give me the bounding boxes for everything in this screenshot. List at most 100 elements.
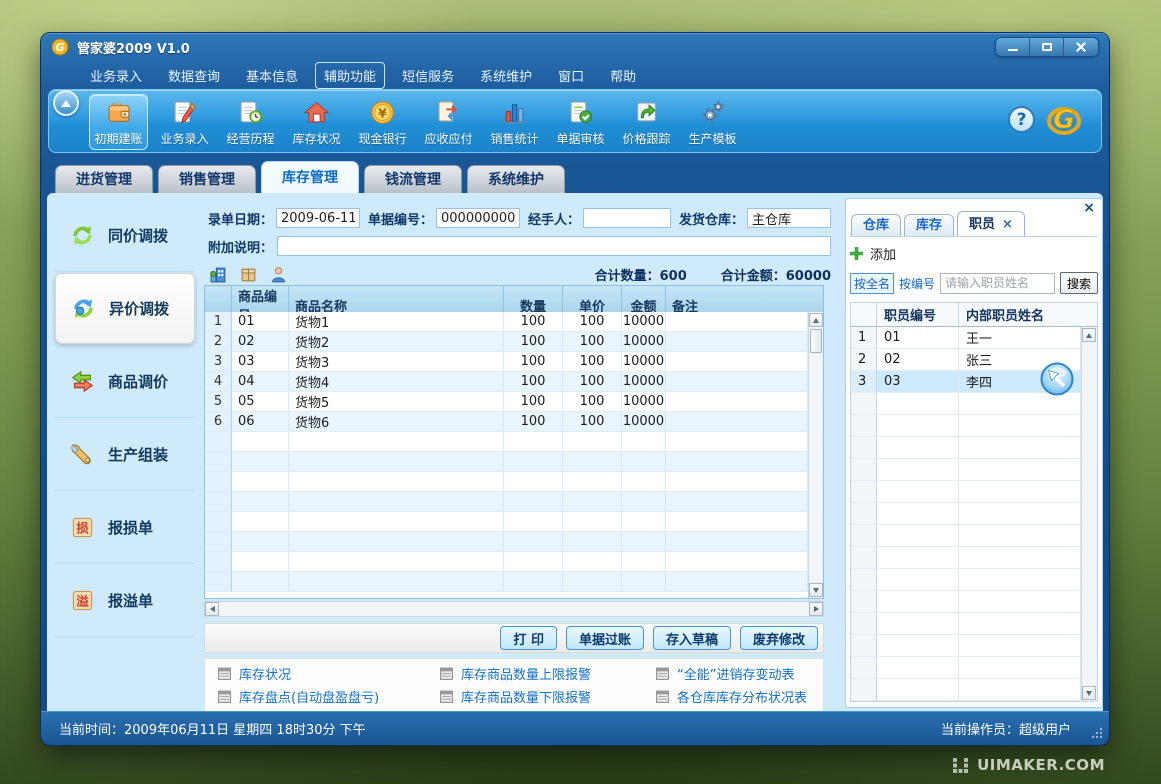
scroll-right-button[interactable] [809, 602, 823, 616]
table-row[interactable]: 505货物5 10010010000 [205, 392, 808, 412]
menu-item-system-maintenance[interactable]: 系统维护 [471, 62, 541, 89]
link-omnipotent-flow-report[interactable]: “全能”进销存变动表 [655, 662, 823, 685]
date-label: 录单日期： [208, 209, 273, 228]
scrollbar-thumb[interactable] [810, 329, 822, 353]
filter-by-name-toggle[interactable]: 按全名 [850, 273, 894, 294]
toolbar-cash-bank-button[interactable]: ¥ 现金银行 [353, 94, 412, 150]
svg-text:¥: ¥ [378, 105, 387, 120]
link-stocktaking[interactable]: 库存盘点(自动盘盈盘亏) [217, 685, 439, 708]
resize-grip[interactable] [1090, 726, 1104, 740]
menu-item-business-entry[interactable]: 业务录入 [81, 62, 151, 89]
staff-row[interactable]: 101王一 [851, 327, 1081, 349]
search-button[interactable]: 搜索 [1060, 272, 1098, 294]
menu-item-sms-service[interactable]: 短信服务 [393, 62, 463, 89]
warehouse-label: 发货仓库： [679, 209, 744, 228]
warehouse-input[interactable] [747, 208, 831, 228]
doc-number-input[interactable] [436, 208, 520, 228]
sidebar-item-same-price-transfer[interactable]: 同价调拨 [55, 199, 195, 272]
toolbar-receivable-payable-button[interactable]: 应收应付 [419, 94, 478, 150]
date-input[interactable] [276, 208, 360, 228]
scroll-up-button[interactable] [1082, 328, 1096, 342]
menu-item-data-query[interactable]: 数据查询 [159, 62, 229, 89]
link-lower-limit-alert[interactable]: 库存商品数量下限报警 [439, 685, 655, 708]
tab-close-icon[interactable]: × [1002, 212, 1013, 237]
svg-text:G: G [1053, 105, 1074, 135]
chevron-up-icon [61, 100, 71, 107]
tab-purchase-management[interactable]: 进货管理 [55, 165, 153, 193]
warehouse-picker-icon[interactable] [209, 265, 228, 284]
scroll-left-button[interactable] [205, 602, 219, 616]
table-row[interactable]: 303货物3 10010010000 [205, 352, 808, 372]
toolbar-business-history-button[interactable]: 经营历程 [221, 94, 280, 150]
menu-item-basic-info[interactable]: 基本信息 [237, 62, 307, 89]
toolbar-inventory-status-button[interactable]: 库存状况 [287, 94, 346, 150]
tab-warehouse[interactable]: 仓库 [851, 214, 901, 236]
minimize-button[interactable] [996, 38, 1030, 56]
panel-close-icon[interactable]: × [1083, 201, 1095, 215]
link-warehouse-distribution[interactable]: 各仓库库存分布状况表 [655, 685, 823, 708]
menu-bar: 业务录入 数据查询 基本信息 辅助功能 短信服务 系统维护 窗口 帮助 [41, 61, 1109, 89]
note-input[interactable] [277, 236, 831, 256]
tab-sales-management[interactable]: 销售管理 [158, 165, 256, 193]
help-button[interactable]: ? [1008, 106, 1035, 133]
vertical-scrollbar[interactable] [808, 312, 823, 598]
close-button[interactable] [1064, 38, 1098, 56]
toolbar-sales-statistics-button[interactable]: 销售统计 [485, 94, 544, 150]
watermark: UIMAKER.COM [952, 756, 1105, 774]
table-row[interactable]: 202货物2 10010010000 [205, 332, 808, 352]
menu-item-window[interactable]: 窗口 [549, 62, 593, 89]
toolbar-business-entry-button[interactable]: 业务录入 [155, 94, 214, 150]
table-row[interactable]: 404货物4 10010010000 [205, 372, 808, 392]
horizontal-scrollbar[interactable] [204, 601, 824, 617]
discard-changes-button[interactable]: 废弃修改 [740, 626, 818, 650]
tab-cashflow-management[interactable]: 钱流管理 [364, 165, 462, 193]
tab-system-maintenance[interactable]: 系统维护 [467, 165, 565, 193]
scroll-down-button[interactable] [809, 583, 823, 597]
tab-inventory-management[interactable]: 库存管理 [261, 161, 359, 193]
sidebar-item-overflow-report[interactable]: 溢 报溢单 [55, 564, 195, 637]
toolbar-initial-setup-button[interactable]: 初期建账 [89, 94, 148, 150]
save-draft-button[interactable]: 存入草稿 [653, 626, 731, 650]
scroll-down-button[interactable] [1082, 686, 1096, 700]
sidebar-item-price-adjust[interactable]: 商品调价 [55, 345, 195, 418]
link-inventory-status[interactable]: 库存状况 [217, 662, 439, 685]
tab-inventory[interactable]: 库存 [904, 214, 954, 236]
staff-row-empty [851, 591, 1081, 613]
sidebar-item-diff-price-transfer[interactable]: 异价调拨 [55, 273, 195, 344]
table-row-empty [205, 512, 808, 532]
sidebar-item-label: 同价调拨 [108, 225, 168, 246]
add-staff-button[interactable]: 添加 [850, 244, 1098, 263]
table-row[interactable]: 101货物1 10010010000 [205, 312, 808, 332]
filter-by-code-toggle[interactable]: 按编号 [899, 275, 935, 292]
staff-search-input[interactable] [940, 273, 1055, 294]
maximize-button[interactable] [1030, 38, 1064, 56]
goods-picker-icon[interactable] [239, 265, 258, 284]
scroll-up-button[interactable] [809, 313, 823, 327]
toolbar-production-template-button[interactable]: 生产模板 [683, 94, 742, 150]
menu-item-aux-functions[interactable]: 辅助功能 [315, 62, 385, 89]
table-row[interactable]: 606货物6 10010010000 [205, 412, 808, 432]
picker-tabs: 仓库 库存 职员 × [851, 211, 1025, 236]
staff-picker-icon[interactable] [269, 265, 288, 284]
table-row-empty [205, 432, 808, 452]
sidebar-item-loss-report[interactable]: 损 报损单 [55, 491, 195, 564]
tab-staff[interactable]: 职员 × [957, 211, 1025, 236]
svg-text:溢: 溢 [76, 593, 89, 608]
module-tabs: 进货管理 销售管理 库存管理 钱流管理 系统维护 [55, 155, 565, 193]
toolbar-document-audit-button[interactable]: 单据审核 [551, 94, 610, 150]
staff-vertical-scrollbar[interactable] [1081, 327, 1097, 701]
report-icon [217, 689, 232, 704]
staff-row-empty [851, 459, 1081, 481]
menu-item-help[interactable]: 帮助 [601, 62, 645, 89]
note-label: 附加说明： [208, 237, 273, 256]
print-button[interactable]: 打 印 [500, 626, 557, 650]
transfer-diff-icon [71, 296, 96, 321]
post-document-button[interactable]: 单据过账 [566, 626, 644, 650]
brand-logo-icon: G [1045, 100, 1083, 138]
link-upper-limit-alert[interactable]: 库存商品数量上限报警 [439, 662, 655, 685]
collapse-toolbar-button[interactable] [53, 90, 79, 116]
handler-input[interactable] [583, 208, 671, 228]
sidebar-item-production-assembly[interactable]: 生产组装 [55, 418, 195, 491]
toolbar-price-tracking-button[interactable]: 价格跟踪 [617, 94, 676, 150]
toolbar-button-label: 库存状况 [292, 130, 340, 147]
